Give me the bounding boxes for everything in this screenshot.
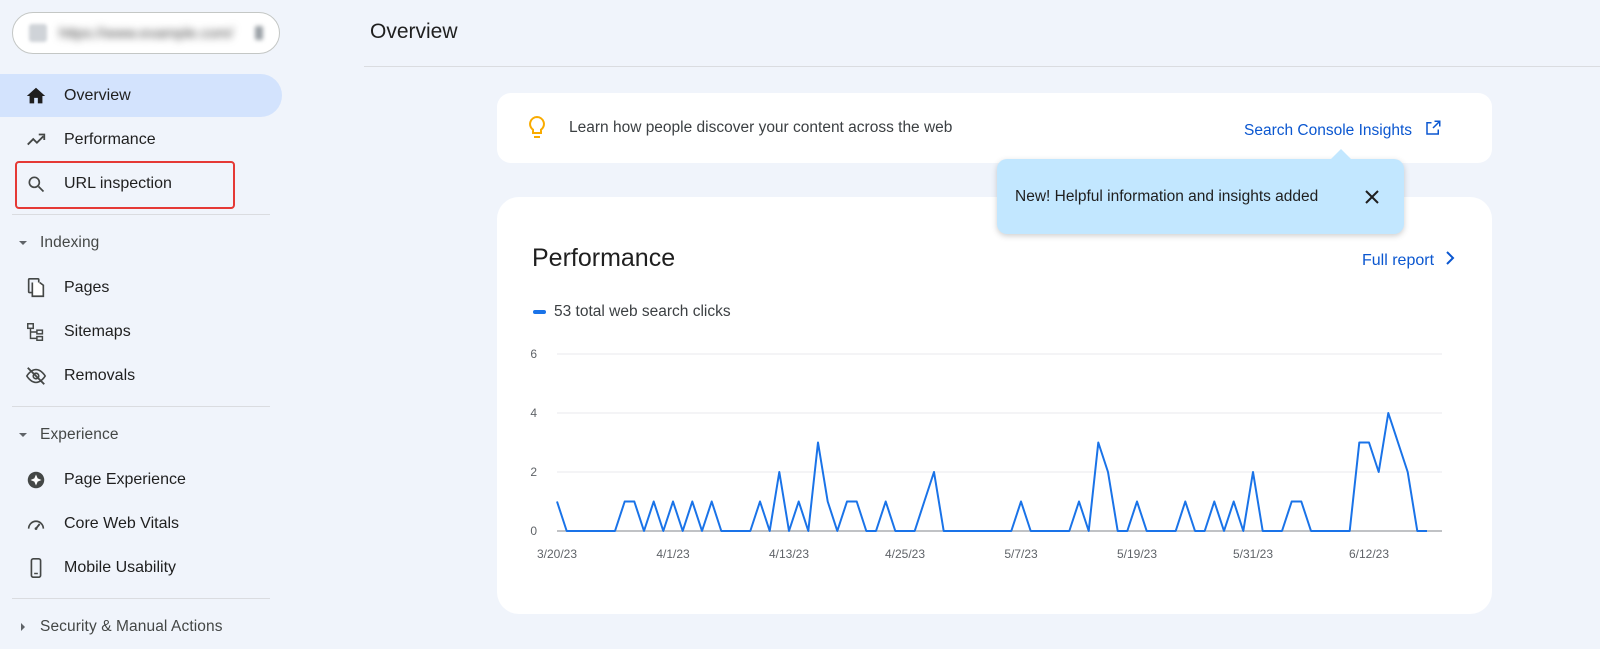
tooltip-text: New! Helpful information and insights ad… (1015, 188, 1319, 205)
x-tick-label: 5/7/23 (1004, 547, 1038, 561)
nav-item-page-experience[interactable]: Page Experience (0, 458, 282, 501)
caret-down-icon (16, 238, 30, 248)
nav-item-label: Removals (64, 366, 136, 384)
nav-section-label: Indexing (40, 234, 100, 251)
chevron-down-icon (255, 26, 263, 40)
header-divider (364, 66, 1600, 67)
speed-gauge-icon (24, 512, 48, 536)
nav-item-sitemaps[interactable]: Sitemaps (0, 310, 282, 353)
x-tick-label: 4/25/23 (885, 547, 925, 561)
lightbulb-icon (525, 115, 549, 146)
close-icon[interactable] (1361, 186, 1383, 208)
tooltip-arrow (1330, 149, 1352, 160)
nav-divider (12, 406, 270, 407)
nav-item-label: Pages (64, 278, 110, 296)
insights-tooltip: New! Helpful information and insights ad… (997, 149, 1404, 234)
nav-divider (12, 598, 270, 599)
y-tick-label: 4 (530, 406, 537, 420)
nav-section-label: Experience (40, 426, 119, 443)
nav-section-label: Security & Manual Actions (40, 618, 223, 635)
property-favicon-icon (29, 24, 47, 42)
nav-item-label: Overview (64, 86, 131, 104)
x-tick-label: 6/12/23 (1349, 547, 1389, 561)
nav-item-label: Core Web Vitals (64, 514, 180, 532)
search-console-insights-link[interactable]: Search Console Insights (1244, 119, 1442, 142)
y-tick-label: 0 (530, 524, 537, 538)
nav-item-core-web-vitals[interactable]: Core Web Vitals (0, 502, 282, 545)
x-tick-label: 5/19/23 (1117, 547, 1157, 561)
property-selector[interactable]: https://www.example.com/ (12, 12, 280, 54)
nav-item-pages[interactable]: Pages (0, 266, 282, 309)
sitemap-icon (24, 320, 48, 344)
nav-section-experience[interactable]: Experience (0, 417, 282, 453)
nav-section-indexing[interactable]: Indexing (0, 225, 282, 261)
insights-link-label: Search Console Insights (1244, 121, 1413, 139)
nav-item-url-inspection[interactable]: URL inspection (0, 161, 282, 209)
search-icon (24, 172, 48, 196)
caret-right-icon (16, 622, 30, 632)
pages-icon (24, 276, 48, 300)
nav-item-label: Sitemaps (64, 322, 131, 340)
trending-up-icon (24, 128, 48, 152)
nav-section-security[interactable]: Security & Manual Actions (0, 609, 282, 645)
caret-down-icon (16, 430, 30, 440)
smartphone-icon (24, 556, 48, 580)
x-tick-label: 5/31/23 (1233, 547, 1273, 561)
x-tick-label: 3/20/23 (537, 547, 577, 561)
nav-item-label: Page Experience (64, 470, 186, 488)
nav-item-mobile-usability[interactable]: Mobile Usability (0, 546, 282, 589)
nav-item-removals[interactable]: Removals (0, 354, 282, 397)
page-title: Overview (370, 20, 458, 43)
nav-item-overview[interactable]: Overview (0, 74, 282, 117)
x-tick-label: 4/13/23 (769, 547, 809, 561)
page-experience-icon (24, 468, 48, 492)
performance-chart: 0 2 4 6 3/20/23 4/1/23 4/13/23 4/25/23 5/7/23 5/1… (530, 347, 1442, 561)
y-tick-label: 2 (530, 465, 537, 479)
x-tick-label: 4/1/23 (656, 547, 690, 561)
y-tick-label: 6 (530, 347, 537, 361)
home-icon (24, 84, 48, 108)
nav-item-label: Mobile Usability (64, 558, 177, 576)
sidebar: https://www.example.com/ Overview Perfor… (0, 0, 282, 649)
property-url: https://www.example.com/ (59, 24, 234, 42)
nav-divider (12, 214, 270, 215)
visibility-off-icon (24, 364, 48, 388)
insights-text: Learn how people discover your content a… (569, 119, 953, 136)
nav-item-label: URL inspection (64, 174, 172, 192)
nav-item-label: Performance (64, 130, 156, 148)
performance-card: Performance Full report 53 total web sea… (497, 197, 1492, 614)
nav-item-performance[interactable]: Performance (0, 118, 282, 161)
open-in-new-icon (1424, 119, 1442, 142)
